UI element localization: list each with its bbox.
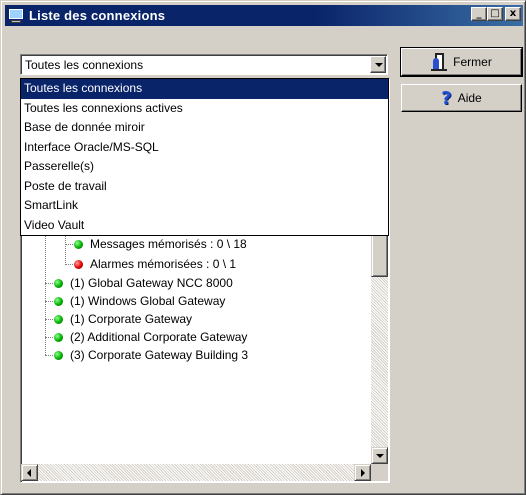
close-button-label: Fermer [453, 55, 492, 69]
option-mirror-database[interactable]: Base de donnée miroir [21, 118, 388, 138]
option-active-connections[interactable]: Toutes les connexions actives [21, 99, 388, 119]
window-title: Liste des connexions [29, 8, 166, 23]
monitor-icon [8, 8, 24, 24]
minimize-button[interactable]: _ [471, 7, 487, 21]
connection-filter-options: Toutes les connexions Toutes les connexi… [20, 78, 389, 236]
option-all-connections[interactable]: Toutes les connexions [21, 79, 388, 99]
tree-item-label: (2) Additional Corporate Gateway [70, 330, 248, 344]
tree-item-label: (1) Windows Global Gateway [70, 294, 226, 308]
tree-item-corporate-gateway[interactable]: (1) Corporate Gateway [54, 310, 192, 328]
title-bar[interactable]: Liste des connexions _ □ x [5, 5, 523, 26]
scroll-right-button[interactable] [354, 464, 371, 481]
status-ok-icon [54, 350, 63, 360]
close-button[interactable]: Fermer [400, 47, 523, 77]
status-ok-icon [54, 314, 63, 324]
status-ok-icon [74, 239, 83, 249]
connection-filter-value: Toutes les connexions [25, 58, 144, 72]
tree-item-label: Alarmes mémorisées : 0 \ 1 [90, 257, 237, 271]
maximize-button[interactable]: □ [487, 7, 503, 21]
tree-item-label: Messages mémorisés : 0 \ 18 [90, 237, 247, 251]
scroll-left-button[interactable] [21, 464, 38, 481]
status-alarm-icon [74, 259, 83, 269]
tree-item-messages[interactable]: Messages mémorisés : 0 \ 18 [74, 235, 247, 253]
scrollbar-corner [371, 464, 388, 481]
tree-item-alarms[interactable]: Alarmes mémorisées : 0 \ 1 [74, 255, 236, 273]
tree-item-label: (3) Corporate Gateway Building 3 [70, 348, 249, 362]
status-ok-icon [54, 296, 63, 306]
tree-item-additional-corporate-gateway[interactable]: (2) Additional Corporate Gateway [54, 328, 247, 346]
arrow-down-icon [376, 454, 384, 458]
close-window-button[interactable]: x [505, 7, 521, 21]
connections-window: Liste des connexions _ □ x Messages mémo… [0, 0, 526, 495]
option-workstation[interactable]: Poste de travail [21, 177, 388, 197]
connection-filter-select[interactable]: Toutes les connexions [20, 54, 388, 75]
dropdown-toggle-button[interactable] [370, 56, 386, 73]
tree-item-label: (1) Global Gateway NCC 8000 [70, 276, 233, 290]
tree-item-label: (1) Corporate Gateway [70, 312, 193, 326]
arrow-left-icon [27, 469, 31, 477]
tree-item-windows-global-gateway[interactable]: (1) Windows Global Gateway [54, 292, 225, 310]
tree-item-corporate-gateway-building-3[interactable]: (3) Corporate Gateway Building 3 [54, 346, 248, 364]
help-button[interactable]: ? Aide [401, 84, 522, 112]
horizontal-scrollbar[interactable] [21, 464, 371, 481]
arrow-right-icon [361, 469, 365, 477]
chevron-down-icon [375, 63, 383, 67]
exit-door-icon [431, 52, 448, 72]
option-oracle-mssql-interface[interactable]: Interface Oracle/MS-SQL [21, 138, 388, 158]
question-mark-icon: ? [441, 87, 452, 109]
help-button-label: Aide [457, 91, 482, 105]
tree-item-global-gateway-ncc[interactable]: (1) Global Gateway NCC 8000 [54, 274, 233, 292]
status-ok-icon [54, 332, 63, 342]
option-video-vault[interactable]: Video Vault [21, 216, 388, 236]
scroll-down-button[interactable] [371, 447, 388, 464]
status-ok-icon [54, 278, 63, 288]
option-gateways[interactable]: Passerelle(s) [21, 157, 388, 177]
option-smartlink[interactable]: SmartLink [21, 196, 388, 216]
